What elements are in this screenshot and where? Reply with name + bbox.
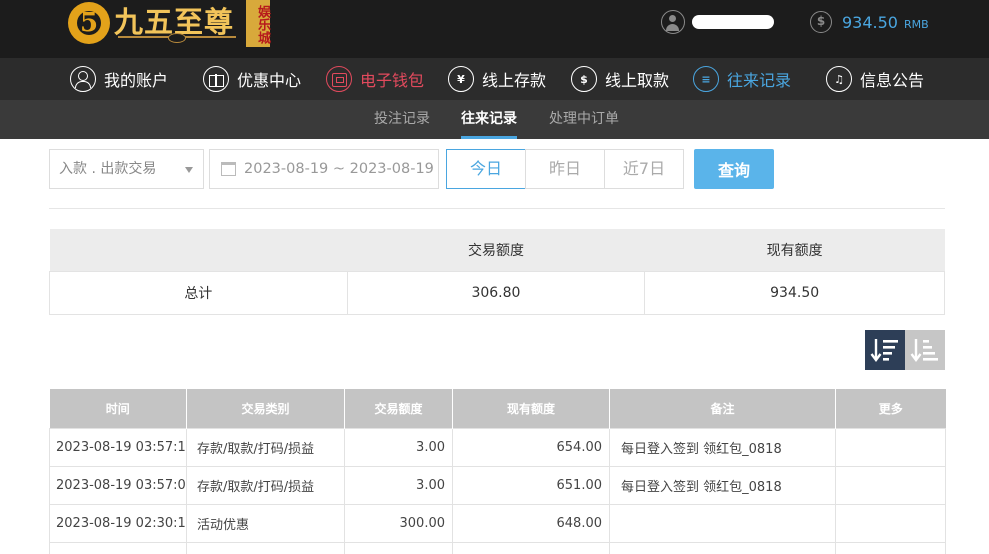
- table-row: [49, 541, 946, 554]
- cell-balance: 651.00: [452, 465, 610, 505]
- cell-amount: 300.00: [344, 503, 453, 543]
- cell-balance: 648.00: [452, 503, 610, 543]
- cell-amount: 3.00: [344, 465, 453, 505]
- nav-item-deposit[interactable]: ¥ 线上存款: [448, 65, 546, 93]
- cell-time: 2023-08-19 03:57:09: [49, 465, 187, 505]
- table-row: 2023-08-19 03:57:09 存款/取款/打码/损益 3.00 651…: [49, 465, 946, 505]
- dollar-coin-icon: $: [810, 11, 832, 33]
- table-row: 2023-08-19 03:57:12 存款/取款/打码/损益 3.00 654…: [49, 427, 946, 467]
- cell-type: 存款/取款/打码/损益: [186, 465, 345, 505]
- brand-logo[interactable]: 5 九五至尊: [68, 0, 234, 50]
- user-account[interactable]: [661, 9, 774, 35]
- today-button[interactable]: 今日: [446, 149, 526, 189]
- cell-amount: [344, 541, 453, 554]
- nav-item-records[interactable]: ≡ 往来记录: [693, 65, 791, 93]
- nav-item-e-wallet[interactable]: 电子钱包: [326, 65, 424, 93]
- date-range-input[interactable]: 2023-08-19 ~ 2023-08-19: [209, 149, 439, 189]
- cell-time: 2023-08-19 03:57:12: [49, 427, 187, 467]
- records-icon: ≡: [693, 66, 719, 92]
- summary-label: 总计: [49, 270, 348, 315]
- table-row: 2023-08-19 02:30:13 活动优惠 300.00 648.00: [49, 503, 946, 543]
- nav-item-my-account[interactable]: 我的账户: [70, 65, 168, 93]
- cell-note: [609, 541, 836, 554]
- summary-table: 交易额度 现有额度 总计 306.80 934.50: [49, 229, 945, 315]
- cell-amount: 3.00: [344, 427, 453, 467]
- cell-note: 每日登入签到 领红包_0818: [609, 465, 836, 505]
- balance-amount: 934.50: [842, 12, 898, 32]
- summary-header-amount: 交易额度: [347, 229, 645, 271]
- col-header-more: 更多: [835, 389, 946, 428]
- balance-unit: RMB: [903, 17, 929, 31]
- masked-username: [692, 15, 774, 29]
- last-7-days-button[interactable]: 近7日: [604, 149, 684, 189]
- tab-transaction-records[interactable]: 往来记录: [461, 100, 517, 139]
- logo-ornament: [118, 33, 236, 43]
- top-header: 5 九五至尊 娱乐城 $ 934.50 RMB: [0, 0, 989, 58]
- cell-time: [49, 541, 187, 554]
- cell-more[interactable]: [835, 465, 946, 505]
- sort-ascending-button[interactable]: [905, 330, 945, 370]
- cell-balance: [452, 541, 610, 554]
- sort-descending-button[interactable]: [865, 330, 905, 370]
- summary-amount: 306.80: [346, 270, 646, 315]
- cell-balance: 654.00: [452, 427, 610, 467]
- nav-item-promotions[interactable]: 优惠中心: [203, 65, 301, 93]
- caret-down-icon: [185, 167, 193, 173]
- gift-icon: [203, 66, 229, 92]
- cell-note: [609, 503, 836, 543]
- records-table: 时间 交易类别 交易额度 现有额度 备注 更多 2023-08-19 03:57…: [49, 389, 946, 554]
- cell-more[interactable]: [835, 503, 946, 543]
- yesterday-button[interactable]: 昨日: [525, 149, 605, 189]
- summary-row: 总计 306.80 934.50: [49, 270, 945, 315]
- wallet-icon: [326, 66, 352, 92]
- col-header-balance: 现有额度: [452, 389, 610, 428]
- col-header-type: 交易类别: [186, 389, 345, 428]
- brand-badge: 娱乐城: [246, 0, 270, 47]
- col-header-time: 时间: [49, 389, 187, 428]
- transaction-type-select[interactable]: 入款 . 出款交易: [49, 149, 204, 189]
- main-nav: 我的账户 优惠中心 电子钱包 ¥ 线上存款 $ 线上取款 ≡ 往来记录 ♫ 信息…: [0, 58, 989, 100]
- summary-header-blank: [49, 229, 348, 271]
- cell-more[interactable]: [835, 427, 946, 467]
- nav-item-withdraw[interactable]: $ 线上取款: [571, 65, 669, 93]
- col-header-note: 备注: [609, 389, 836, 428]
- withdraw-icon: $: [571, 66, 597, 92]
- brand-mark: 5: [68, 2, 110, 44]
- wallet-balance: $ 934.50 RMB: [810, 10, 929, 34]
- nav-item-announcements[interactable]: ♫ 信息公告: [826, 65, 924, 93]
- cell-type: [186, 541, 345, 554]
- col-header-amount: 交易额度: [344, 389, 453, 428]
- bell-icon: ♫: [826, 66, 852, 92]
- summary-balance: 934.50: [644, 270, 945, 315]
- user-icon: [70, 66, 96, 92]
- cell-note: 每日登入签到 领红包_0818: [609, 427, 836, 467]
- deposit-icon: ¥: [448, 66, 474, 92]
- sub-tabs: 投注记录 往来记录 处理中订单: [0, 100, 989, 139]
- calendar-icon: [221, 162, 236, 176]
- summary-header-balance: 现有额度: [644, 229, 945, 271]
- cell-time: 2023-08-19 02:30:13: [49, 503, 187, 543]
- cell-type: 存款/取款/打码/损益: [186, 427, 345, 467]
- sort-descending-icon: [870, 339, 898, 362]
- user-avatar-icon: [661, 10, 685, 34]
- tab-bet-records[interactable]: 投注记录: [374, 100, 430, 139]
- sort-ascending-icon: [910, 339, 938, 362]
- cell-type: 活动优惠: [186, 503, 345, 543]
- cell-more[interactable]: [835, 541, 946, 554]
- query-button[interactable]: 查询: [694, 149, 774, 189]
- tab-pending-orders[interactable]: 处理中订单: [549, 100, 619, 139]
- divider: [49, 208, 945, 209]
